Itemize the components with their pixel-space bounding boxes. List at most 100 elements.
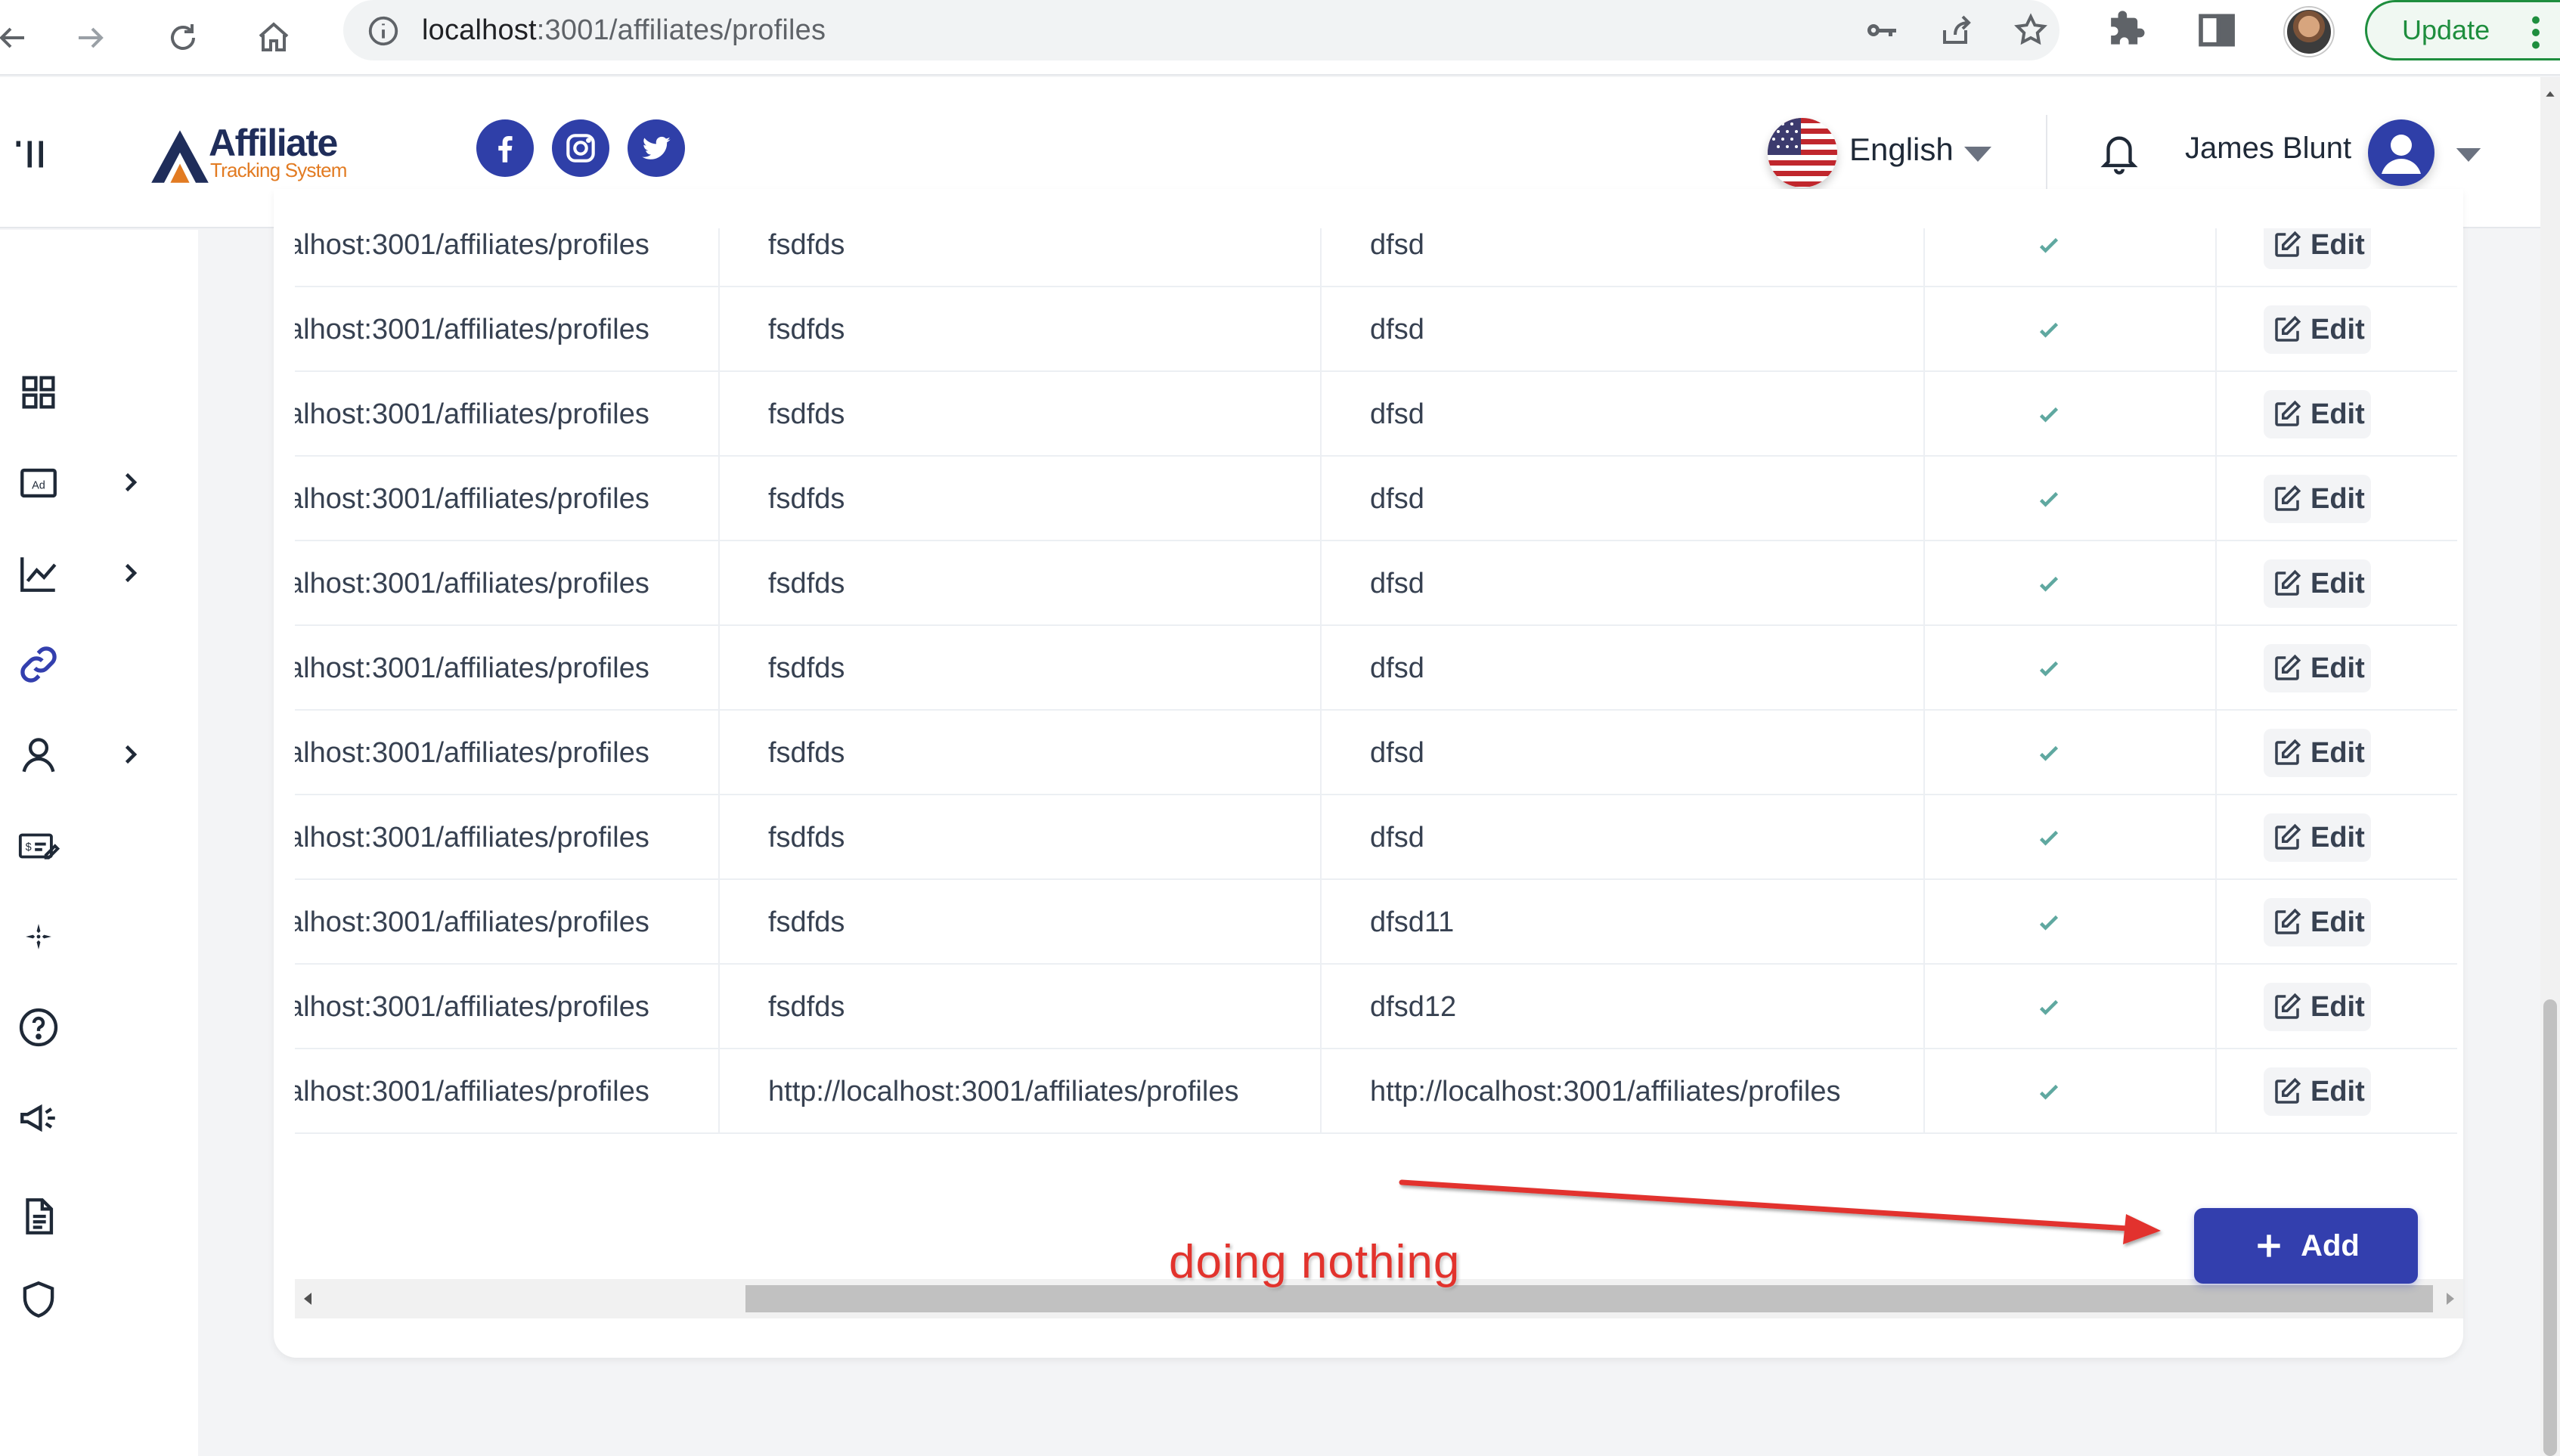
chart-icon[interactable] (17, 552, 60, 596)
sidebar: Ad $ (0, 230, 198, 1456)
user-name[interactable]: James Blunt (2185, 132, 2351, 166)
sparkle-icon[interactable] (17, 915, 60, 959)
url-cell: alhost:3001/affiliates/profiles (295, 398, 649, 430)
column-divider (1923, 372, 1925, 457)
edit-icon (2275, 1077, 2301, 1104)
edit-label: Edit (2311, 567, 2365, 599)
url-text: localhost:3001/affiliates/profiles (422, 0, 826, 60)
url-cell: alhost:3001/affiliates/profiles (295, 1076, 649, 1107)
check-icon (2039, 1084, 2059, 1100)
value-cell: fsdfds (768, 737, 845, 769)
add-button-label: Add (2301, 1228, 2360, 1262)
table-row: alhost:3001/affiliates/profiles fsdfds dfs… (295, 541, 2457, 626)
reload-icon[interactable] (154, 9, 212, 67)
edit-icon (2275, 569, 2301, 596)
edit-label: Edit (2311, 990, 2365, 1023)
page-scrollbar[interactable] (2540, 77, 2560, 1456)
ad-icon[interactable]: Ad (17, 461, 60, 505)
table-row: alhost:3001/affiliates/profiles fsdfds dfs… (295, 457, 2457, 541)
facebook-icon[interactable] (476, 119, 534, 177)
scroll-right-icon[interactable] (2442, 1291, 2457, 1306)
document-icon[interactable] (17, 1194, 60, 1238)
edit-label: Edit (2311, 1075, 2365, 1107)
column-divider (718, 626, 720, 711)
edit-button[interactable]: Edit (2264, 559, 2371, 608)
edit-button[interactable]: Edit (2264, 898, 2371, 946)
side-panel-icon[interactable] (2196, 9, 2238, 51)
chevron-right-icon[interactable] (116, 559, 144, 587)
edit-icon (2275, 823, 2301, 850)
value-cell: dfsd (1370, 568, 1424, 599)
table-row: alhost:3001/affiliates/profiles fsdfds dfs… (295, 287, 2457, 372)
dashboard-icon[interactable] (17, 370, 60, 414)
column-divider (718, 372, 720, 457)
megaphone-icon[interactable] (17, 1096, 60, 1140)
edit-button[interactable]: Edit (2264, 813, 2371, 862)
edit-button[interactable]: Edit (2264, 1067, 2371, 1116)
us-flag-icon[interactable] (1768, 118, 1837, 187)
browser-update-button[interactable]: Update (2365, 0, 2560, 60)
address-bar[interactable]: localhost:3001/affiliates/profiles (343, 0, 2059, 60)
shield-icon[interactable] (17, 1278, 60, 1321)
url-cell: alhost:3001/affiliates/profiles (295, 737, 649, 769)
column-divider (1320, 626, 1322, 711)
user-icon[interactable] (17, 733, 60, 777)
help-icon[interactable] (17, 1005, 60, 1049)
svg-text:$: $ (26, 841, 32, 853)
edit-button[interactable]: Edit (2264, 390, 2371, 438)
edit-label: Edit (2311, 906, 2365, 938)
value-cell: http://localhost:3001/affiliates/profile… (1370, 1076, 1841, 1107)
table-row: alhost:3001/affiliates/profiles fsdfds dfs… (295, 965, 2457, 1049)
share-icon[interactable] (1939, 12, 1975, 48)
url-cell: alhost:3001/affiliates/profiles (295, 822, 649, 853)
link-icon[interactable] (17, 643, 60, 686)
edit-button[interactable]: Edit (2264, 644, 2371, 692)
check-icon (2039, 745, 2059, 761)
svg-text:Ad: Ad (32, 479, 45, 491)
column-divider (718, 1049, 720, 1134)
logo[interactable]: Affiliate Tracking System (148, 121, 347, 189)
column-divider (2215, 880, 2217, 965)
chevron-right-icon[interactable] (116, 469, 144, 496)
browser-profile-avatar[interactable] (2285, 8, 2333, 56)
edit-button[interactable]: Edit (2264, 305, 2371, 354)
column-divider (2215, 965, 2217, 1049)
column-divider (2215, 287, 2217, 372)
key-icon[interactable] (1863, 12, 1899, 48)
edit-icon (2275, 908, 2301, 934)
notification-bell-icon[interactable] (2097, 129, 2141, 177)
edit-button[interactable]: Edit (2264, 475, 2371, 523)
table-row: alhost:3001/affiliates/profiles http://lo… (295, 1049, 2457, 1134)
scroll-up-icon[interactable] (2545, 89, 2555, 100)
value-cell: dfsd (1370, 229, 1424, 261)
language-selector[interactable]: English (1849, 132, 1954, 168)
edit-button[interactable]: Edit (2264, 729, 2371, 777)
edit-button[interactable]: Edit (2264, 983, 2371, 1031)
extensions-icon[interactable] (2105, 9, 2147, 51)
value-cell: dfsd12 (1370, 991, 1457, 1023)
instagram-icon[interactable] (552, 119, 609, 177)
value-cell: dfsd (1370, 314, 1424, 345)
menu-toggle-icon[interactable] (11, 132, 56, 177)
scroll-left-icon[interactable] (301, 1291, 316, 1306)
scrollbar-thumb[interactable] (745, 1285, 2433, 1312)
back-icon[interactable] (0, 9, 41, 67)
edit-button[interactable]: Edit (2264, 228, 2371, 269)
column-divider (1923, 1049, 1925, 1134)
chevron-down-icon[interactable] (1964, 147, 1991, 162)
payment-icon[interactable]: $ (17, 824, 60, 868)
add-button[interactable]: Add (2194, 1208, 2418, 1284)
page-scrollbar-thumb[interactable] (2543, 999, 2557, 1456)
site-info-icon[interactable] (366, 14, 401, 48)
value-cell: fsdfds (768, 652, 845, 684)
star-icon[interactable] (2013, 12, 2049, 48)
chevron-right-icon[interactable] (116, 741, 144, 768)
user-avatar[interactable] (2368, 119, 2434, 186)
value-cell: dfsd (1370, 822, 1424, 853)
forward-icon[interactable] (62, 9, 119, 67)
twitter-icon[interactable] (628, 119, 685, 177)
table-row: alhost:3001/affiliates/profiles fsdfds dfs… (295, 795, 2457, 880)
column-divider (2215, 228, 2217, 287)
home-icon[interactable] (245, 9, 302, 67)
user-menu-chevron-icon[interactable] (2456, 148, 2481, 162)
